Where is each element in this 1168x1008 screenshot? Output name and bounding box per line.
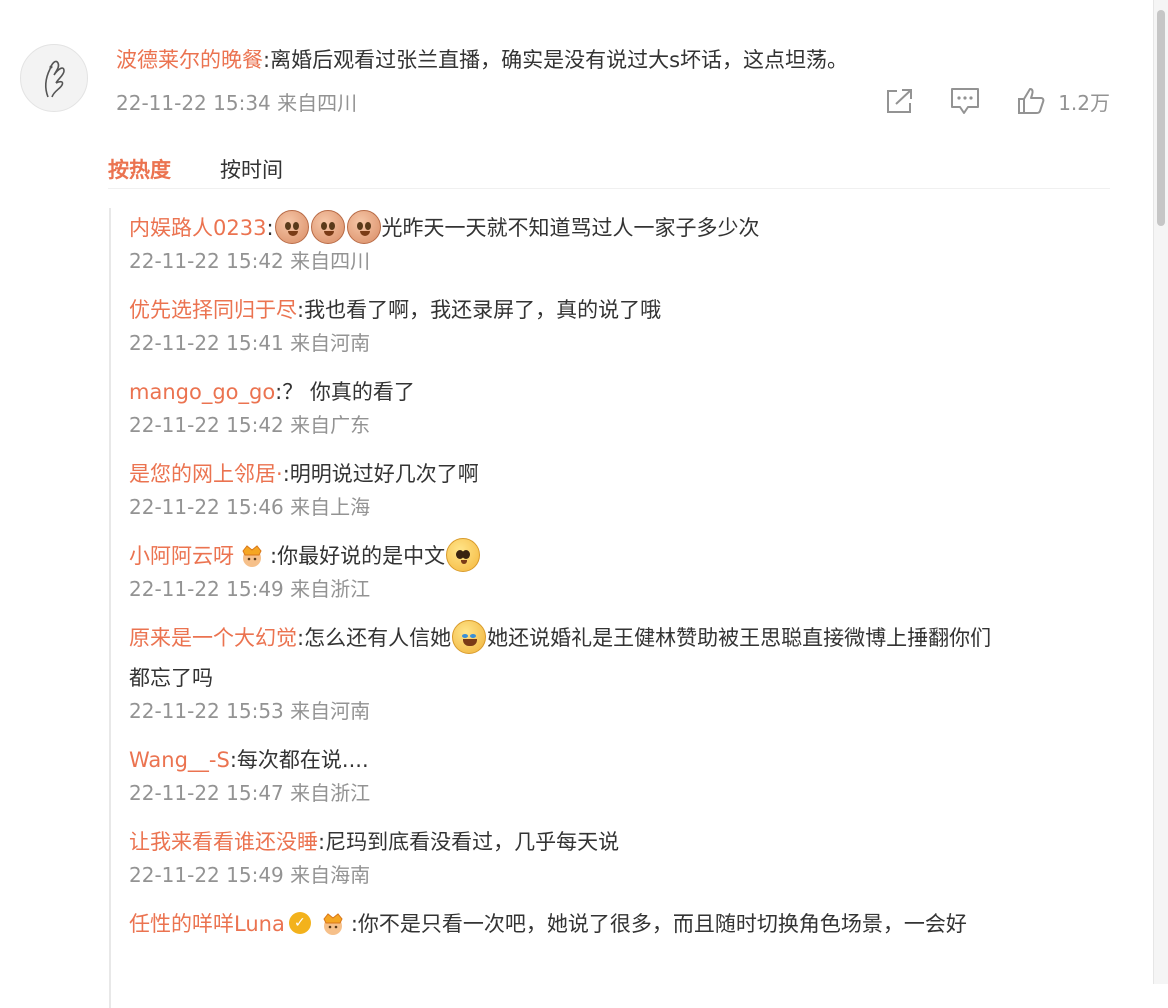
scrollbar[interactable] <box>1153 0 1168 984</box>
reply-username[interactable]: Wang__-S <box>129 748 230 772</box>
list-item: 小阿阿云呀 :你最好说的是中文 22-11-22 15:49 来自浙江 <box>129 536 1111 602</box>
reply-body: :尼玛到底看没看过，几乎每天说 <box>318 830 620 854</box>
reply-list: 内娱路人0233: 光昨天一天就不知道骂过人一家子多少次 22-11-22 15:… <box>109 208 1111 1008</box>
share-icon <box>887 89 912 113</box>
reply-time: 22-11-22 15:42 来自广东 <box>129 413 371 437</box>
reply-text: 原来是一个大幻觉:怎么还有人信她 她还说婚礼是王健林赞助被王思聪直接微博上捶翻你们 <box>129 618 1111 658</box>
like-button[interactable]: 1.2万 <box>1000 86 1110 116</box>
reply-time: 22-11-22 15:49 来自浙江 <box>129 577 371 601</box>
reply-username[interactable]: 任性的咩咩Luna <box>129 912 285 936</box>
reply-body: :？ 你真的看了 <box>275 380 415 404</box>
sort-tabs: 按热度 按时间 <box>108 154 1110 189</box>
like-count: 1.2万 <box>1058 90 1110 115</box>
reply-body: :你最好说的是中文 <box>270 544 446 568</box>
crown-badge-icon <box>242 545 262 567</box>
list-item: 任性的咩咩Luna ✓ :你不是只看一次吧，她说了很多，而且随时切换角色场景，一会好 <box>129 904 1111 944</box>
thumbs-up-icon <box>1018 88 1045 114</box>
reply-time: 22-11-22 15:49 来自海南 <box>129 863 371 887</box>
reply-text: 任性的咩咩Luna ✓ :你不是只看一次吧，她说了很多，而且随时切换角色场景，一会好 <box>129 904 1111 944</box>
avatar-sketch-icon <box>45 60 65 98</box>
avatar[interactable] <box>20 44 88 112</box>
reply-body: 光昨天一天就不知道骂过人一家子多少次 <box>381 216 760 240</box>
comment-actions: 1.2万 <box>870 86 1110 116</box>
reply-text: 优先选择同归于尽:我也看了啊，我还录屏了，真的说了哦 <box>129 290 1111 330</box>
pig-emoji-icon <box>274 210 309 244</box>
reply-time: 22-11-22 15:41 来自河南 <box>129 331 371 355</box>
reply-text: 让我来看看谁还没睡:尼玛到底看没看过，几乎每天说 <box>129 822 1111 862</box>
pig-emoji-icon <box>310 210 345 244</box>
comment-button[interactable] <box>930 86 1000 116</box>
reply-text: mango_go_go:？ 你真的看了 <box>129 372 1111 412</box>
list-item: Wang__-S:每次都在说.... 22-11-22 15:47 来自浙江 <box>129 740 1111 806</box>
list-item: 内娱路人0233: 光昨天一天就不知道骂过人一家子多少次 22-11-22 15:… <box>129 208 1111 274</box>
reply-text: Wang__-S:每次都在说.... <box>129 740 1111 780</box>
reply-body: :怎么还有人信她 <box>297 626 452 650</box>
reply-time: 22-11-22 15:53 来自河南 <box>129 699 371 723</box>
share-button[interactable] <box>870 87 930 115</box>
tab-by-hot[interactable]: 按热度 <box>108 154 171 186</box>
tab-by-time[interactable]: 按时间 <box>220 154 283 186</box>
main-comment-username[interactable]: 波德莱尔的晚餐 <box>116 48 263 72</box>
crown-badge-icon <box>323 913 343 935</box>
reply-time: 22-11-22 15:47 来自浙江 <box>129 781 371 805</box>
reply-text: 是您的网上邻居·:明明说过好几次了啊 <box>129 454 1111 494</box>
reply-username[interactable]: 是您的网上邻居· <box>129 462 283 486</box>
list-item: mango_go_go:？ 你真的看了 22-11-22 15:42 来自广东 <box>129 372 1111 438</box>
laugh-cry-emoji-icon <box>452 620 487 654</box>
reply-text: 小阿阿云呀 :你最好说的是中文 <box>129 536 1111 576</box>
list-item: 优先选择同归于尽:我也看了啊，我还录屏了，真的说了哦 22-11-22 15:4… <box>129 290 1111 356</box>
reply-time: 22-11-22 15:46 来自上海 <box>129 495 371 519</box>
main-comment-text: 波德莱尔的晚餐:离婚后观看过张兰直播，确实是没有说过大s坏话，这点坦荡。 <box>116 44 1116 76</box>
reply-username[interactable]: 让我来看看谁还没睡 <box>129 830 318 854</box>
reply-text-line2: 都忘了吗 <box>129 666 213 690</box>
reply-body: :你不是只看一次吧，她说了很多，而且随时切换角色场景，一会好 <box>350 912 967 936</box>
list-item: 让我来看看谁还没睡:尼玛到底看没看过，几乎每天说 22-11-22 15:49 … <box>129 822 1111 888</box>
reply-body-continued: 她还说婚礼是王健林赞助被王思聪直接微博上捶翻你们 <box>487 626 992 650</box>
reply-body: :我也看了啊，我还录屏了，真的说了哦 <box>297 298 662 322</box>
reply-text: 内娱路人0233: 光昨天一天就不知道骂过人一家子多少次 <box>129 208 1111 248</box>
main-comment-body: :离婚后观看过张兰直播，确实是没有说过大s坏话，这点坦荡。 <box>263 48 849 72</box>
reply-username[interactable]: 小阿阿云呀 <box>129 544 234 568</box>
reply-body: :每次都在说.... <box>229 748 369 772</box>
list-item: 原来是一个大幻觉:怎么还有人信她 她还说婚礼是王健林赞助被王思聪直接微博上捶翻你们… <box>129 618 1111 724</box>
reply-username[interactable]: 优先选择同归于尽 <box>129 298 297 322</box>
reply-time: 22-11-22 15:42 来自四川 <box>129 249 371 273</box>
list-item: 是您的网上邻居·:明明说过好几次了啊 22-11-22 15:46 来自上海 <box>129 454 1111 520</box>
scrollbar-thumb[interactable] <box>1157 10 1165 226</box>
reply-body: :明明说过好几次了啊 <box>282 462 479 486</box>
pig-emoji-icon <box>346 210 381 244</box>
reply-username[interactable]: 原来是一个大幻觉 <box>129 626 297 650</box>
pleading-face-emoji-icon <box>446 538 481 572</box>
verified-badge-icon: ✓ <box>288 912 311 934</box>
reply-username[interactable]: mango_go_go <box>129 380 275 404</box>
comment-icon <box>951 88 979 114</box>
reply-username[interactable]: 内娱路人0233 <box>129 216 266 240</box>
